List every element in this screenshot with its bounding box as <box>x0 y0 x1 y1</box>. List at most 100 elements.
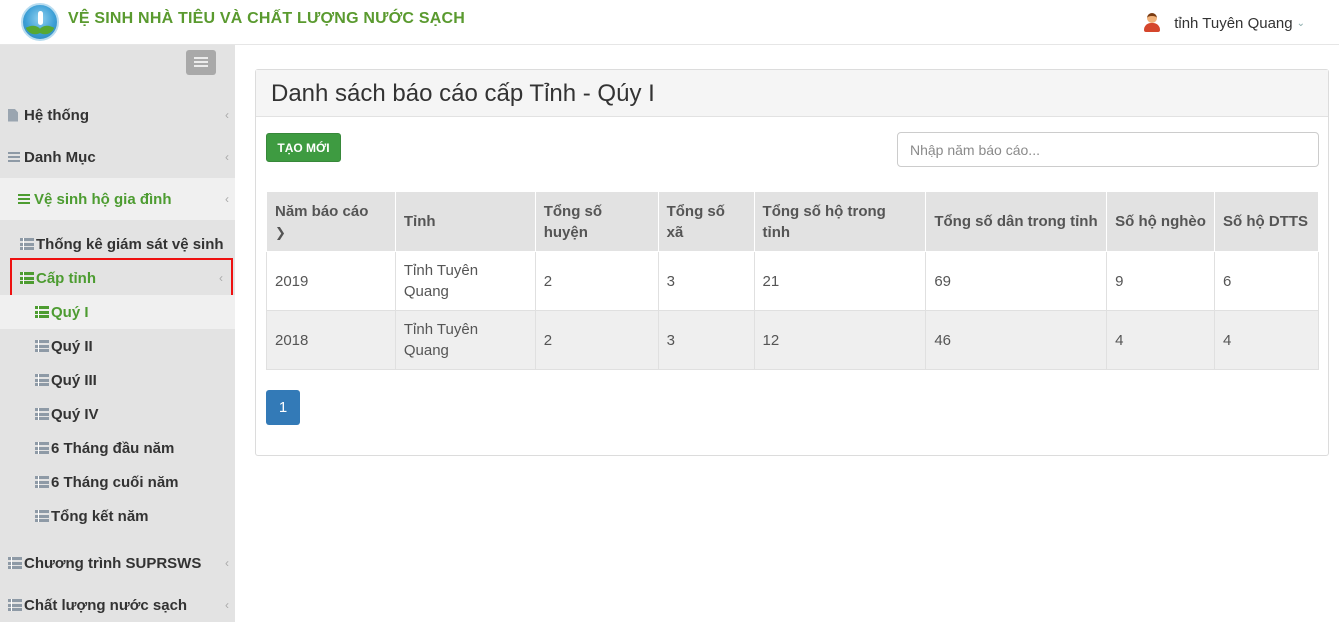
app-logo[interactable] <box>21 3 59 41</box>
table-icon <box>35 306 49 318</box>
cell-text: Tỉnh Tuyên <box>403 262 479 279</box>
cell-dtts: 4 <box>1214 310 1319 370</box>
chevron-left-icon: ‹ <box>225 150 229 164</box>
table-row[interactable]: 2018 Tỉnh Tuyên Quang 2 3 12 46 4 4 <box>266 310 1319 370</box>
chevron-left-icon: ‹ <box>225 192 229 206</box>
sidebar-item-6-thang-cuoi[interactable]: 6 Tháng cuối năm <box>0 465 235 499</box>
sidebar-item-he-thong[interactable]: Hệ thống ‹ <box>0 98 235 132</box>
list-icon <box>18 193 30 205</box>
column-header-tinh: Tỉnh <box>394 191 536 252</box>
top-bar: VỆ SINH NHÀ TIÊU VÀ CHẤT LƯỢNG NƯỚC SẠCH… <box>0 0 1339 45</box>
report-panel: Danh sách báo cáo cấp Tỉnh - Qúy I TẠO M… <box>255 69 1329 456</box>
sidebar-item-danh-muc[interactable]: Danh Mục ‹ <box>0 140 235 174</box>
cell-ngheo: 9 <box>1106 251 1216 311</box>
sidebar-item-label: Vệ sinh hộ gia đình <box>34 190 172 208</box>
column-header-label: Số hộ DTTS <box>1223 213 1309 230</box>
table-icon <box>35 408 49 420</box>
sidebar-item-suprsws[interactable]: Chương trình SUPRSWS ‹ <box>0 546 235 580</box>
column-header-label: xã <box>666 223 684 241</box>
column-header-label: Tổng số hộ trong tỉnh <box>762 202 886 241</box>
chevron-left-icon: ‹ <box>225 108 229 122</box>
sidebar-item-label: Danh Mục <box>24 148 96 166</box>
user-name: tỉnh Tuyên Quang <box>1174 14 1293 32</box>
column-header-ho: Tổng số hộ trong tỉnh <box>753 191 927 252</box>
table-icon <box>35 510 49 522</box>
cell-nam: 2019 <box>266 251 396 311</box>
sidebar-item-label: Chương trình SUPRSWS <box>24 554 202 572</box>
column-header-dtts: Số hộ DTTS <box>1214 191 1319 252</box>
chevron-left-icon: ‹ <box>225 556 229 570</box>
cell-huyen: 2 <box>534 251 659 311</box>
file-icon <box>8 108 18 122</box>
page-title: Danh sách báo cáo cấp Tỉnh - Qúy I <box>271 80 655 107</box>
column-header-label: Tổng số dân trong tỉnh <box>934 213 1098 230</box>
cell-huyen: 2 <box>534 310 659 370</box>
table-icon <box>35 442 49 454</box>
report-table: Năm báo cáo ❯ Tỉnh Tổng số huyện Tổng số x… <box>266 191 1319 370</box>
table-icon <box>35 374 49 386</box>
table-icon <box>8 599 22 611</box>
column-header-xa: Tổng số xã <box>657 191 755 252</box>
sidebar-item-label: 6 Tháng cuối năm <box>51 473 179 491</box>
sidebar-item-quy-3[interactable]: Quý III <box>0 363 235 397</box>
pagination-page-button[interactable]: 1 <box>266 390 300 425</box>
sidebar-item-quy-4[interactable]: Quý IV <box>0 397 235 431</box>
sidebar-item-label: Tổng kết năm <box>51 507 149 525</box>
cell-tinh: Tỉnh Tuyên Quang <box>394 310 536 370</box>
table-icon <box>35 340 49 352</box>
table-row[interactable]: 2019 Tỉnh Tuyên Quang 2 3 21 69 9 6 <box>266 251 1319 311</box>
cell-ho: 12 <box>753 310 927 370</box>
column-header-nam[interactable]: Năm báo cáo ❯ <box>266 191 396 252</box>
cell-text: Quang <box>403 342 449 359</box>
sidebar-item-label: Quý I <box>51 303 89 321</box>
column-header-label: Tỉnh <box>403 213 436 230</box>
panel-header: Danh sách báo cáo cấp Tỉnh - Qúy I <box>256 70 1328 117</box>
chevron-down-icon: ⌄ <box>1296 17 1305 29</box>
cell-text: Quang <box>403 283 449 300</box>
column-header-dan: Tổng số dân trong tỉnh <box>925 191 1108 252</box>
column-header-label: Tổng số <box>666 202 725 220</box>
sidebar-item-6-thang-dau[interactable]: 6 Tháng đầu năm <box>0 431 235 465</box>
user-menu[interactable]: tỉnh Tuyên Quang ⌄ <box>1142 13 1305 33</box>
sidebar-item-label: Thống kê giám sát vệ sinh <box>36 235 224 253</box>
sidebar-item-label: Quý III <box>51 371 97 389</box>
table-icon <box>8 557 22 569</box>
cell-dan: 69 <box>925 251 1108 311</box>
sort-chevron-icon[interactable]: ❯ <box>275 222 387 243</box>
sidebar-item-label: Hệ thống <box>24 106 89 124</box>
sidebar-item-label: Quý IV <box>51 405 99 423</box>
sidebar-item-tong-ket-nam[interactable]: Tổng kết năm <box>0 499 235 533</box>
cell-tinh: Tỉnh Tuyên Quang <box>394 251 536 311</box>
chevron-left-icon: ‹ <box>225 598 229 612</box>
column-header-label: Số hộ nghèo <box>1115 213 1206 230</box>
table-header-row: Năm báo cáo ❯ Tỉnh Tổng số huyện Tổng số x… <box>266 191 1319 252</box>
cell-ngheo: 4 <box>1106 310 1216 370</box>
app-title: VỆ SINH NHÀ TIÊU VÀ CHẤT LƯỢNG NƯỚC SẠCH <box>68 10 465 27</box>
sidebar-item-quy-1[interactable]: Quý I <box>0 295 235 329</box>
year-search-input[interactable] <box>897 132 1319 167</box>
create-new-button[interactable]: TẠO MỚI <box>266 133 341 162</box>
cell-nam: 2018 <box>266 310 396 370</box>
cell-dan: 46 <box>925 310 1108 370</box>
column-header-label: Tổng số <box>543 202 603 220</box>
sidebar-item-ve-sinh-ho-gia-dinh[interactable]: Vệ sinh hộ gia đình ‹ <box>0 178 235 220</box>
cell-dtts: 6 <box>1214 251 1319 311</box>
cell-xa: 3 <box>657 251 755 311</box>
highlight-box <box>10 258 233 298</box>
sidebar-toggle-button[interactable] <box>186 50 216 75</box>
sidebar-item-label: Quý II <box>51 337 93 355</box>
sidebar-item-thong-ke[interactable]: Thống kê giám sát vệ sinh <box>0 227 235 261</box>
cell-text: Tỉnh Tuyên <box>403 321 479 338</box>
sidebar-item-quy-2[interactable]: Quý II <box>0 329 235 363</box>
column-header-label: huyện <box>543 223 588 241</box>
list-icon <box>8 151 20 163</box>
cell-ho: 21 <box>753 251 927 311</box>
sidebar-item-chat-luong-nuoc[interactable]: Chất lượng nước sạch ‹ <box>0 588 235 622</box>
table-icon <box>20 238 34 250</box>
cell-xa: 3 <box>657 310 755 370</box>
sidebar-item-label: 6 Tháng đầu năm <box>51 439 175 457</box>
column-header-ngheo: Số hộ nghèo <box>1106 191 1216 252</box>
user-avatar-icon <box>1142 13 1162 33</box>
sidebar-item-label: Chất lượng nước sạch <box>24 596 188 614</box>
column-header-label: Năm báo cáo <box>275 202 369 220</box>
